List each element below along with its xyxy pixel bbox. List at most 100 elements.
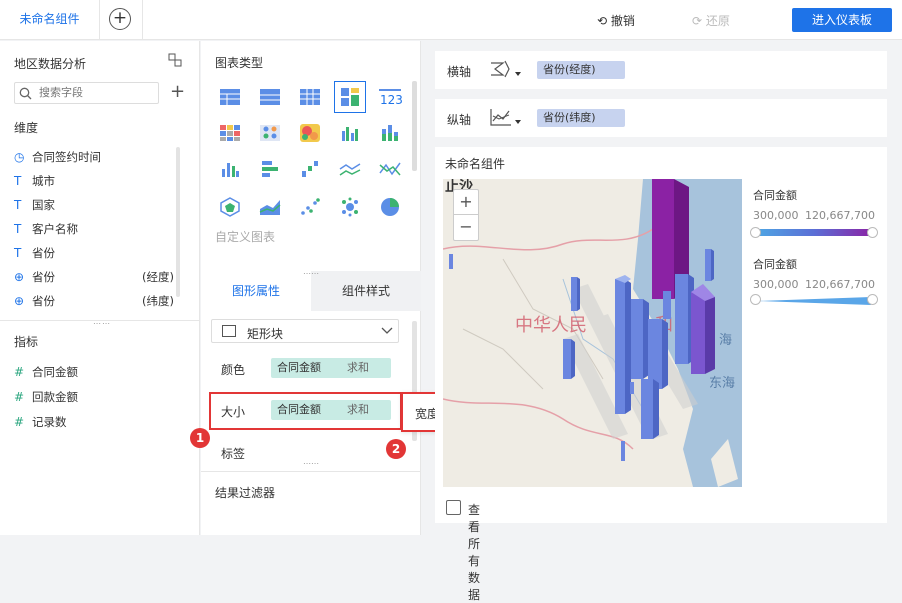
dimension-item[interactable]: T 客户名称 (14, 219, 174, 239)
dimension-item[interactable]: T 城市 (14, 171, 174, 191)
map-bar[interactable] (621, 441, 625, 461)
clock-icon: ◷ (14, 150, 25, 164)
measure-item[interactable]: # 回款金额 (14, 387, 174, 407)
tab-graph-properties[interactable]: 图形属性 (201, 271, 311, 311)
switch-dataset-icon[interactable] (168, 53, 182, 70)
measure-item[interactable]: # 合同金额 (14, 362, 174, 382)
chevron-down-icon (380, 323, 394, 340)
enter-dashboard-button[interactable]: 进入仪表板 (792, 8, 892, 32)
zoom-out-button[interactable]: − (454, 215, 478, 240)
y-axis-shelf[interactable]: 纵轴 省份(纬度) (435, 99, 887, 137)
hash-icon: # (14, 365, 25, 379)
size-row-highlight (209, 392, 402, 430)
globe-icon: ⊕ (14, 294, 25, 308)
map-view[interactable]: 中华人民 和 海 东海 止沙 + − (443, 179, 742, 487)
dimension-scrollbar[interactable] (176, 147, 180, 297)
add-tab-button[interactable]: + (109, 8, 131, 30)
resize-handle[interactable]: ⋯⋯ (303, 459, 319, 468)
x-axis-field-pill[interactable]: 省份(经度) (537, 61, 625, 79)
custom-chart-icon[interactable] (214, 191, 246, 223)
add-field-button[interactable]: + (170, 81, 185, 102)
measure-item[interactable]: # 记录数 (14, 412, 174, 432)
map-bar[interactable] (631, 299, 649, 379)
bubble-chart-icon[interactable] (334, 191, 366, 223)
pie-chart-icon[interactable] (374, 191, 406, 223)
waterfall-chart-icon[interactable] (294, 153, 326, 185)
map-bar[interactable] (691, 284, 715, 374)
bar-chart-icon[interactable] (214, 153, 246, 185)
color-legend-max-handle[interactable] (867, 227, 878, 238)
dimension-item[interactable]: ⊕ 省份 (纬度) (14, 291, 174, 311)
dot-table-chart-icon[interactable] (254, 117, 286, 149)
map-bar[interactable] (641, 379, 659, 439)
color-field-pill[interactable]: 合同金额 求和 (271, 358, 391, 378)
x-axis-shelf[interactable]: 横轴 省份(经度) (435, 51, 887, 89)
tab-component[interactable]: 未命名组件 (0, 0, 100, 40)
radar-chart-icon[interactable] (374, 153, 406, 185)
dimension-item[interactable]: ⊕ 省份 (经度) (14, 267, 174, 287)
map-bar[interactable] (563, 339, 575, 379)
kpi-chart-icon[interactable]: 123 (374, 81, 406, 113)
dimension-item[interactable]: ◷ 合同签约时间 (14, 147, 174, 167)
stacked-bar-chart-icon[interactable] (374, 117, 406, 149)
size-legend-max-handle[interactable] (867, 294, 878, 305)
resize-handle[interactable]: ⋯⋯ (93, 319, 111, 328)
map-bar[interactable] (648, 319, 668, 389)
dimension-item[interactable]: T 国家 (14, 195, 174, 215)
map-sea-label-2: 东海 (709, 376, 735, 391)
map-bar[interactable] (449, 254, 453, 269)
map-bar[interactable] (630, 382, 634, 394)
custom-chart-label[interactable]: 自定义图表 (215, 228, 275, 245)
x-axis-label: 横轴 (447, 65, 472, 79)
y-axis-field-pill[interactable]: 省份(纬度) (537, 109, 625, 127)
size-legend-title: 合同金额 (753, 258, 797, 271)
undo-button[interactable]: ⟲ 撤销 (597, 12, 635, 29)
redo-label: 还原 (705, 14, 730, 28)
size-legend-min-handle[interactable] (750, 294, 761, 305)
scatter-chart-icon[interactable] (294, 191, 326, 223)
color-table-chart-icon[interactable] (214, 117, 246, 149)
redo-button[interactable]: ⟳ 还原 (692, 12, 730, 29)
resize-handle[interactable]: ⋯⋯ (303, 269, 319, 278)
axis-type-icon[interactable] (489, 59, 523, 82)
chart-type-scrollbar[interactable] (412, 81, 417, 171)
text-field-icon: T (14, 246, 22, 260)
top-bar: 未命名组件 + ⟲ 撤销 ⟳ 还原 进入仪表板 (0, 0, 902, 40)
map-bar[interactable] (663, 291, 671, 319)
color-legend-bar[interactable] (750, 227, 878, 238)
map-bar[interactable] (615, 275, 631, 414)
mark-type-select[interactable]: 矩形块 (211, 319, 399, 343)
field-search[interactable] (14, 82, 159, 104)
cross-table-chart-icon[interactable] (254, 81, 286, 113)
grouped-bar-chart-icon[interactable] (334, 117, 366, 149)
search-input[interactable] (39, 86, 154, 99)
horizontal-bar-chart-icon[interactable] (254, 153, 286, 185)
rect-block-chart-icon[interactable] (334, 81, 366, 113)
map-bar[interactable] (571, 277, 580, 311)
dimension-item[interactable]: T 省份 (14, 243, 174, 263)
text-field-icon: T (14, 174, 22, 188)
zoom-in-button[interactable]: + (454, 190, 478, 215)
view-all-checkbox[interactable] (446, 500, 461, 515)
mark-type-value: 矩形块 (247, 327, 284, 341)
field-panel: 地区数据分析 + 维度 ◷合同签约时间 T城市 T国家 T客户名称 T省份 ⊕省… (0, 41, 200, 535)
detail-table-chart-icon[interactable] (294, 81, 326, 113)
color-property-row[interactable]: 颜色 合同金额 求和 (211, 351, 399, 387)
map-bar[interactable] (705, 249, 714, 281)
heatmap-chart-icon[interactable] (294, 117, 326, 149)
line-chart-icon[interactable] (334, 153, 366, 185)
text-field-icon: T (14, 198, 22, 212)
axis-type-icon[interactable] (489, 107, 523, 130)
area-chart-icon[interactable] (254, 191, 286, 223)
step-marker-2: 2 (386, 439, 406, 459)
measure-section-title: 指标 (14, 335, 39, 349)
y-axis-label: 纵轴 (447, 113, 472, 127)
color-legend-min-handle[interactable] (750, 227, 761, 238)
rect-mark-icon (222, 325, 236, 337)
map-sea-label: 海 (719, 333, 732, 348)
color-label: 颜色 (221, 363, 246, 377)
tab-component-style[interactable]: 组件样式 (311, 271, 421, 311)
dataset-title: 地区数据分析 (14, 57, 87, 71)
table-chart-icon[interactable] (214, 81, 246, 113)
label-property[interactable]: 标签 (221, 445, 245, 462)
